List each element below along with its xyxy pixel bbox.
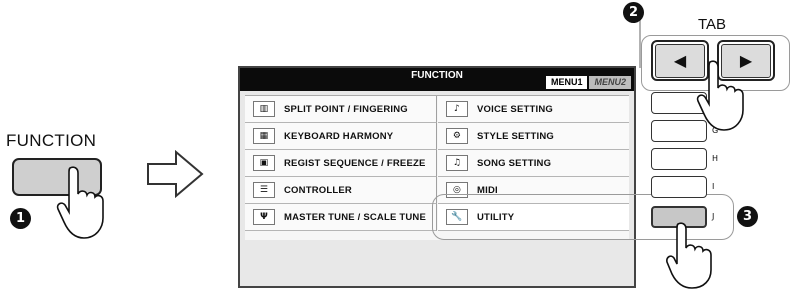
- menu-item-style-setting[interactable]: ⚙ STYLE SETTING: [438, 123, 629, 150]
- menu-item-regist-sequence[interactable]: ▣ REGIST SEQUENCE / FREEZE: [245, 150, 437, 177]
- controller-icon: ☰: [253, 182, 275, 198]
- side-button-i[interactable]: [651, 176, 707, 198]
- split-point-icon: ▥: [253, 101, 275, 117]
- keyboard-icon: ▦: [253, 128, 275, 144]
- tab-menu2[interactable]: MENU2: [589, 76, 631, 89]
- menu-item-song-setting[interactable]: ♫ SONG SETTING: [438, 150, 629, 177]
- pointing-hand-icon: [696, 60, 744, 131]
- side-label-h: H: [712, 154, 719, 163]
- side-button-h[interactable]: [651, 148, 707, 170]
- menu-tabs: MENU1 MENU2: [545, 76, 631, 89]
- menu-item-master-tune[interactable]: Ψ MASTER TUNE / SCALE TUNE: [245, 204, 437, 231]
- song-setting-icon: ♫: [446, 155, 468, 171]
- registration-icon: ▣: [253, 155, 275, 171]
- tuning-fork-icon: Ψ: [253, 209, 275, 225]
- tab-menu1[interactable]: MENU1: [545, 76, 588, 89]
- menu-item-voice-setting[interactable]: ♪ VOICE SETTING: [438, 96, 629, 123]
- tab-label: TAB: [698, 16, 727, 33]
- step-1-badge: 1: [10, 208, 31, 229]
- menu-item-controller[interactable]: ☰ CONTROLLER: [245, 177, 437, 204]
- menu-item-split-point[interactable]: ▥ SPLIT POINT / FINGERING: [245, 96, 437, 123]
- voice-setting-icon: ♪: [446, 101, 468, 117]
- menu-item-keyboard-harmony[interactable]: ▦ KEYBOARD HARMONY: [245, 123, 437, 150]
- side-label-i: I: [712, 182, 715, 191]
- function-screen: FUNCTION MENU1 MENU2 ▥ SPLIT POINT / FIN…: [238, 66, 636, 288]
- step-3-badge: 3: [737, 206, 758, 227]
- style-setting-icon: ⚙: [446, 128, 468, 144]
- side-label-j: J: [712, 212, 715, 221]
- pointing-hand-icon: [666, 222, 712, 289]
- step-2-badge: 2: [623, 2, 644, 23]
- pointing-hand-icon: [56, 166, 104, 239]
- right-arrow-icon: [147, 150, 204, 198]
- function-button-label: FUNCTION: [6, 131, 97, 150]
